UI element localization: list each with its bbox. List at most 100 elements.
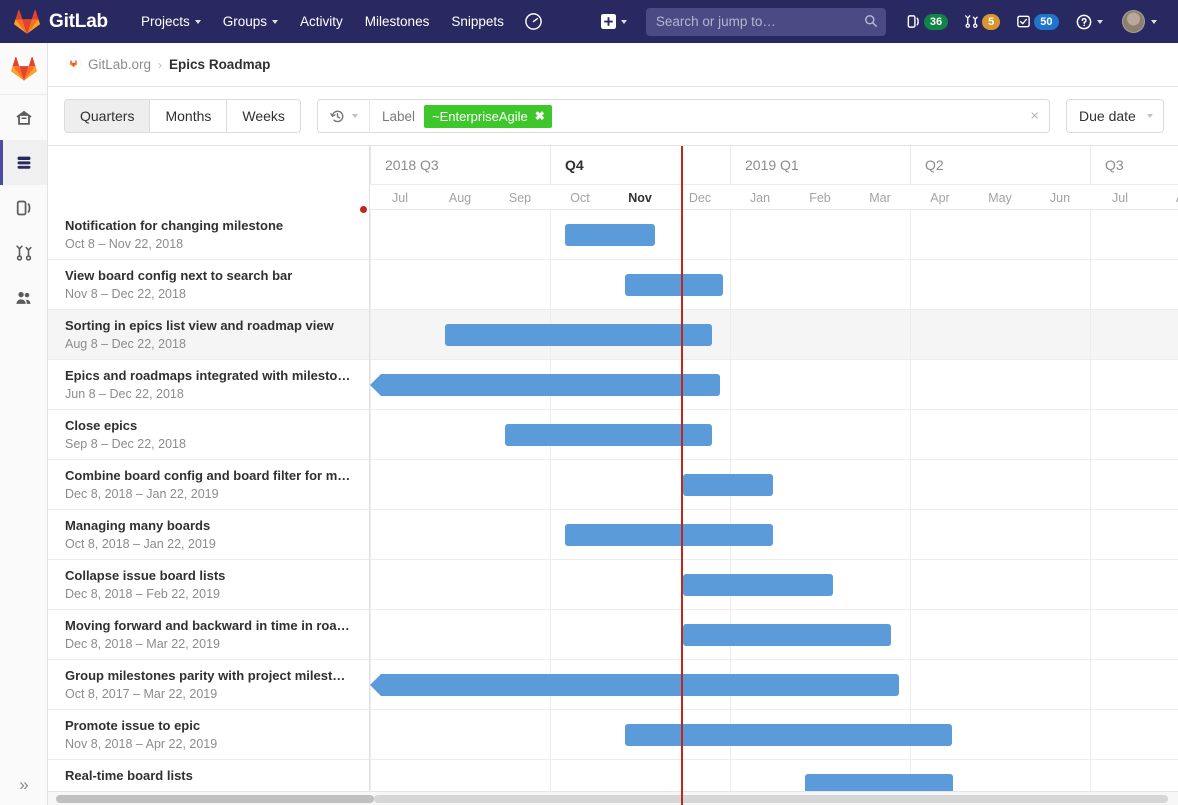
table-row[interactable]: Group milestones parity with project mil… xyxy=(48,660,1178,710)
table-row[interactable]: Epics and roadmaps integrated with miles… xyxy=(48,360,1178,410)
nav-groups-label: Groups xyxy=(222,14,268,29)
scrollbar-track[interactable] xyxy=(374,795,1168,803)
label-filter-pill[interactable]: ~EnterpriseAgile ✖ xyxy=(423,104,552,128)
sort-dropdown-label: Due date xyxy=(1079,108,1136,124)
epic-bar[interactable] xyxy=(625,274,723,296)
preset-months[interactable]: Months xyxy=(150,100,228,132)
sort-dropdown[interactable]: Due date xyxy=(1066,99,1164,133)
nav-item-milestones[interactable]: Milestones xyxy=(354,8,441,35)
clear-search-icon[interactable]: × xyxy=(1030,109,1039,124)
epic-dates: Nov 8, 2018 – Apr 22, 2019 xyxy=(65,737,218,751)
nav-item-projects[interactable]: Projects xyxy=(130,8,212,35)
epic-title[interactable]: Combine board config and board filter fo… xyxy=(65,467,351,484)
epic-bar[interactable] xyxy=(370,674,899,696)
new-item-button[interactable] xyxy=(590,8,638,35)
chevron-down-icon xyxy=(1147,114,1153,118)
nav-projects-label: Projects xyxy=(140,14,190,29)
epic-info: Collapse issue board lists Dec 8, 2018 –… xyxy=(48,560,370,610)
epic-title[interactable]: Close epics xyxy=(65,417,351,434)
epic-title[interactable]: Promote issue to epic xyxy=(65,717,351,734)
table-row[interactable]: View board config next to search bar Nov… xyxy=(48,260,1178,310)
sidebar-item-members[interactable] xyxy=(0,275,47,320)
month-oct-2018: Oct xyxy=(570,191,590,205)
sidebar-item-epics[interactable] xyxy=(0,140,47,185)
epic-title[interactable]: Group milestones parity with project mil… xyxy=(65,667,351,684)
breadcrumb-group-link[interactable]: GitLab.org xyxy=(88,57,151,72)
epic-bar[interactable] xyxy=(683,624,891,646)
table-row[interactable]: Moving forward and backward in time in r… xyxy=(48,610,1178,660)
table-row[interactable]: Managing many boards Oct 8, 2018 – Jan 2… xyxy=(48,510,1178,560)
close-x-icon[interactable]: ✖ xyxy=(535,109,545,123)
speedometer-icon[interactable] xyxy=(515,8,552,35)
epics-icon xyxy=(17,156,30,169)
month-jun-2019: Jun xyxy=(1049,191,1071,205)
issues-icon xyxy=(907,15,919,28)
gitlab-epics-roadmap-page: GitLab Projects Groups Activity Mileston… xyxy=(0,0,1178,805)
roadmap-timeline: 2018 Q3 Q4 2019 Q1 Q2 Q3 Jul Aug Sep Oct… xyxy=(48,145,1178,805)
quarter-header-row: 2018 Q3 Q4 2019 Q1 Q2 Q3 xyxy=(370,146,1178,184)
epic-bar[interactable] xyxy=(370,374,720,396)
gitlab-brand[interactable]: GitLab xyxy=(14,9,108,34)
breadcrumb-current-page[interactable]: Epics Roadmap xyxy=(169,57,270,72)
search-box[interactable] xyxy=(645,7,886,36)
epic-title[interactable]: Real-time board lists xyxy=(65,767,351,784)
epic-rows: Notification for changing milestone Oct … xyxy=(48,146,1178,805)
merge-request-icon xyxy=(965,15,978,28)
epic-bar[interactable] xyxy=(625,724,952,746)
roadmap-horizontal-scrollbar[interactable] xyxy=(48,791,1178,805)
chevron-down-icon xyxy=(194,19,201,24)
epic-bar[interactable] xyxy=(565,224,655,246)
table-row[interactable]: Combine board config and board filter fo… xyxy=(48,460,1178,510)
epic-title[interactable]: Managing many boards xyxy=(65,517,351,534)
help-menu-button[interactable] xyxy=(1065,8,1114,36)
sidebar-item-issues[interactable] xyxy=(0,185,47,230)
quarter-2019-q2: Q2 xyxy=(910,146,1090,184)
epic-title[interactable]: Notification for changing milestone xyxy=(65,217,351,234)
nav-item-activity[interactable]: Activity xyxy=(289,8,354,35)
nav-item-groups[interactable]: Groups xyxy=(212,8,289,35)
epic-title[interactable]: Sorting in epics list view and roadmap v… xyxy=(65,317,351,334)
month-aug-2019: A xyxy=(1150,185,1178,211)
epic-title[interactable]: Epics and roadmaps integrated with miles… xyxy=(65,367,351,384)
preset-weeks[interactable]: Weeks xyxy=(227,100,300,132)
table-row[interactable]: Promote issue to epic Nov 8, 2018 – Apr … xyxy=(48,710,1178,760)
epic-info: Close epics Sep 8 – Dec 22, 2018 xyxy=(48,410,370,460)
users-icon xyxy=(15,291,30,304)
todos-counter[interactable]: 50 xyxy=(1010,11,1064,33)
preset-quarters[interactable]: Quarters xyxy=(65,100,151,132)
breadcrumb: GitLab.org › Epics Roadmap xyxy=(48,43,1178,87)
search-input[interactable] xyxy=(645,7,886,36)
todos-count: 50 xyxy=(1034,13,1059,30)
scrollbar-thumb[interactable] xyxy=(56,795,374,803)
plus-square-icon xyxy=(600,14,616,29)
table-row[interactable]: Sorting in epics list view and roadmap v… xyxy=(48,310,1178,360)
epic-title[interactable]: Collapse issue board lists xyxy=(65,567,351,584)
epic-bar[interactable] xyxy=(683,474,773,496)
chevron-down-icon xyxy=(351,114,358,118)
sidebar-group-avatar[interactable] xyxy=(0,43,47,95)
recent-searches-button[interactable] xyxy=(318,100,370,132)
issues-counter[interactable]: 36 xyxy=(900,11,954,33)
epic-dates: Dec 8, 2018 – Feb 22, 2019 xyxy=(65,587,220,601)
label-filter-key: Label xyxy=(381,108,415,124)
table-row[interactable]: Collapse issue board lists Dec 8, 2018 –… xyxy=(48,560,1178,610)
table-row[interactable]: Close epics Sep 8 – Dec 22, 2018 xyxy=(48,410,1178,460)
navbar-counters: 36 5 50 xyxy=(900,11,1065,33)
epic-title[interactable]: View board config next to search bar xyxy=(65,267,351,284)
filtered-search-field[interactable]: Label ~EnterpriseAgile ✖ × xyxy=(316,99,1050,133)
epic-bar[interactable] xyxy=(445,324,712,346)
sidebar-item-group-overview[interactable] xyxy=(0,95,47,140)
sidebar-item-merge-requests[interactable] xyxy=(0,230,47,275)
left-sidebar: » xyxy=(0,43,48,805)
epic-title[interactable]: Moving forward and backward in time in r… xyxy=(65,617,351,634)
nav-item-snippets[interactable]: Snippets xyxy=(440,8,515,35)
epic-bar[interactable] xyxy=(683,574,833,596)
month-dec-2018: Dec xyxy=(688,191,712,205)
table-row[interactable]: Notification for changing milestone Oct … xyxy=(48,210,1178,260)
nav-activity-label: Activity xyxy=(300,14,343,29)
sidebar-collapse-button[interactable]: » xyxy=(0,765,48,805)
epic-dates: Dec 8, 2018 – Jan 22, 2019 xyxy=(65,487,219,501)
epic-bar[interactable] xyxy=(565,524,773,546)
user-menu-button[interactable] xyxy=(1114,10,1161,33)
merge-requests-counter[interactable]: 5 xyxy=(958,11,1006,33)
